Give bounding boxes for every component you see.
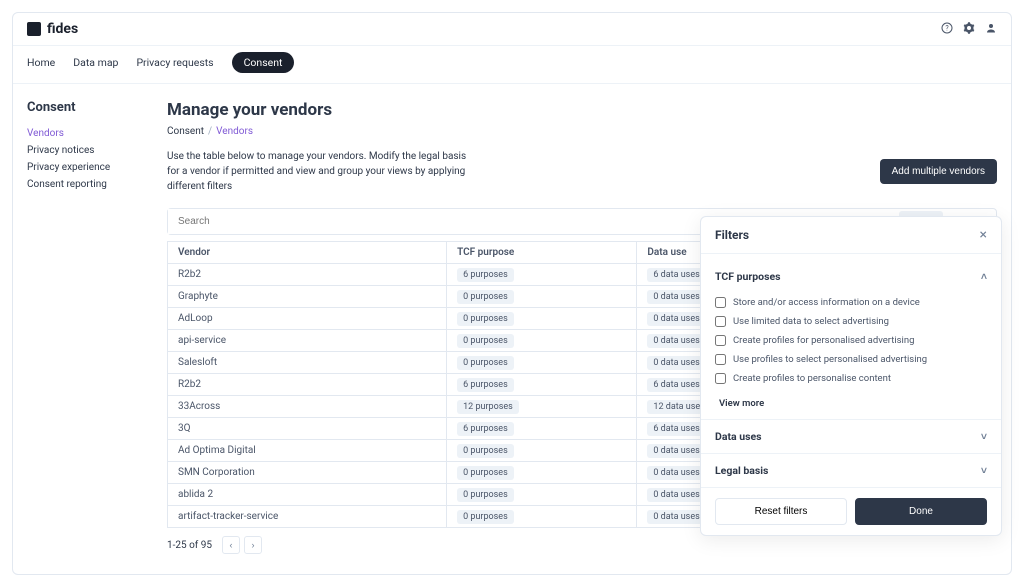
next-page-button[interactable]: › — [244, 536, 262, 554]
pagination: 1-25 of 95 ‹ › — [167, 536, 997, 554]
sidebar-item-privacy-experience[interactable]: Privacy experience — [27, 159, 137, 176]
add-vendors-button[interactable]: Add multiple vendors — [880, 159, 997, 184]
user-icon[interactable] — [985, 22, 997, 37]
filter-checkbox[interactable] — [715, 373, 726, 384]
filters-header: Filters × — [701, 217, 1001, 254]
svg-text:?: ? — [945, 24, 949, 32]
filter-option[interactable]: Store and/or access information on a dev… — [715, 293, 987, 312]
cell-tcf: 0 purposes — [447, 462, 637, 484]
cell-tcf: 0 purposes — [447, 440, 637, 462]
brand: fides — [27, 21, 78, 37]
chevron-down-icon: ˅ — [981, 464, 987, 477]
cell-vendor: artifact-tracker-service — [168, 506, 447, 528]
filter-option-label: Store and/or access information on a dev… — [733, 297, 920, 308]
reset-filters-button[interactable]: Reset filters — [715, 498, 847, 525]
cell-tcf: 6 purposes — [447, 418, 637, 440]
breadcrumb: Consent/Vendors — [167, 126, 997, 137]
page-description: Use the table below to manage your vendo… — [167, 149, 467, 194]
cell-tcf: 0 purposes — [447, 286, 637, 308]
cell-tcf: 0 purposes — [447, 506, 637, 528]
topbar-actions: ? — [941, 22, 997, 37]
help-icon[interactable]: ? — [941, 22, 953, 37]
filter-option[interactable]: Use profiles to select personalised adve… — [715, 350, 987, 369]
filters-footer: Reset filters Done — [701, 487, 1001, 535]
filters-panel: Filters × TCF purposes ˄ Store and/or ac… — [700, 216, 1002, 536]
chevron-up-icon: ˄ — [981, 270, 987, 283]
sidebar-item-consent-reporting[interactable]: Consent reporting — [27, 176, 137, 193]
description-row: Use the table below to manage your vendo… — [167, 149, 997, 194]
cell-tcf: 0 purposes — [447, 308, 637, 330]
sidebar-item-vendors[interactable]: Vendors — [27, 125, 137, 142]
data-uses-label: Data uses — [715, 430, 762, 443]
cell-tcf: 6 purposes — [447, 264, 637, 286]
chevron-down-icon: ˅ — [981, 430, 987, 443]
legal-basis-toggle[interactable]: Legal basis ˅ — [715, 464, 987, 477]
nav-consent[interactable]: Consent — [232, 52, 295, 73]
cell-tcf: 0 purposes — [447, 484, 637, 506]
navbar: Home Data map Privacy requests Consent — [13, 46, 1011, 84]
sidebar-title: Consent — [27, 100, 137, 115]
crumb-root[interactable]: Consent — [167, 126, 204, 137]
cell-vendor: 33Across — [168, 396, 447, 418]
nav-privacy-requests[interactable]: Privacy requests — [136, 56, 213, 69]
nav-home[interactable]: Home — [27, 56, 55, 69]
filter-option-label: Create profiles to personalise content — [733, 373, 891, 384]
cell-vendor: SMN Corporation — [168, 462, 447, 484]
prev-page-button[interactable]: ‹ — [222, 536, 240, 554]
sidebar-item-privacy-notices[interactable]: Privacy notices — [27, 142, 137, 159]
filters-section-tcf: TCF purposes ˄ Store and/or access infor… — [701, 254, 1001, 419]
pager: ‹ › — [222, 536, 262, 554]
tcf-purposes-toggle[interactable]: TCF purposes ˄ — [715, 264, 987, 289]
filter-checkbox[interactable] — [715, 316, 726, 327]
page-title: Manage your vendors — [167, 100, 997, 120]
brand-logo-icon — [27, 22, 41, 36]
cell-vendor: Salesloft — [168, 352, 447, 374]
cell-vendor: AdLoop — [168, 308, 447, 330]
col-tcf[interactable]: TCF purpose — [447, 242, 637, 264]
nav-datamap[interactable]: Data map — [73, 56, 118, 69]
filters-title: Filters — [715, 228, 749, 242]
cell-tcf: 0 purposes — [447, 330, 637, 352]
filter-checkbox[interactable] — [715, 354, 726, 365]
legal-basis-label: Legal basis — [715, 464, 768, 477]
topbar: fides ? — [13, 13, 1011, 46]
done-button[interactable]: Done — [855, 498, 987, 525]
filter-option-label: Use profiles to select personalised adve… — [733, 354, 927, 365]
filters-section-legal-basis: Legal basis ˅ — [701, 453, 1001, 487]
close-icon[interactable]: × — [980, 227, 987, 243]
cell-vendor: 3Q — [168, 418, 447, 440]
tcf-heading-label: TCF purposes — [715, 270, 781, 283]
brand-text: fides — [47, 21, 78, 37]
filter-option[interactable]: Create profiles to personalise content — [715, 369, 987, 388]
cell-tcf: 12 purposes — [447, 396, 637, 418]
data-uses-toggle[interactable]: Data uses ˅ — [715, 430, 987, 443]
filter-checkbox[interactable] — [715, 297, 726, 308]
cell-vendor: Ad Optima Digital — [168, 440, 447, 462]
filters-section-data-uses: Data uses ˅ — [701, 419, 1001, 453]
cell-vendor: ablida 2 — [168, 484, 447, 506]
gear-icon[interactable] — [963, 22, 975, 37]
cell-vendor: api-service — [168, 330, 447, 352]
pagination-text: 1-25 of 95 — [167, 540, 212, 551]
cell-vendor: R2b2 — [168, 264, 447, 286]
filter-option-label: Create profiles for personalised adverti… — [733, 335, 914, 346]
view-more-button[interactable]: View more — [715, 392, 987, 419]
crumb-leaf[interactable]: Vendors — [216, 126, 253, 137]
cell-tcf: 6 purposes — [447, 374, 637, 396]
sidebar: Consent Vendors Privacy notices Privacy … — [27, 100, 137, 554]
filter-option[interactable]: Use limited data to select advertising — [715, 312, 987, 331]
cell-vendor: Graphyte — [168, 286, 447, 308]
filter-option[interactable]: Create profiles for personalised adverti… — [715, 331, 987, 350]
filter-checkbox[interactable] — [715, 335, 726, 346]
cell-vendor: R2b2 — [168, 374, 447, 396]
cell-tcf: 0 purposes — [447, 352, 637, 374]
col-vendor[interactable]: Vendor — [168, 242, 447, 264]
filter-option-label: Use limited data to select advertising — [733, 316, 889, 327]
